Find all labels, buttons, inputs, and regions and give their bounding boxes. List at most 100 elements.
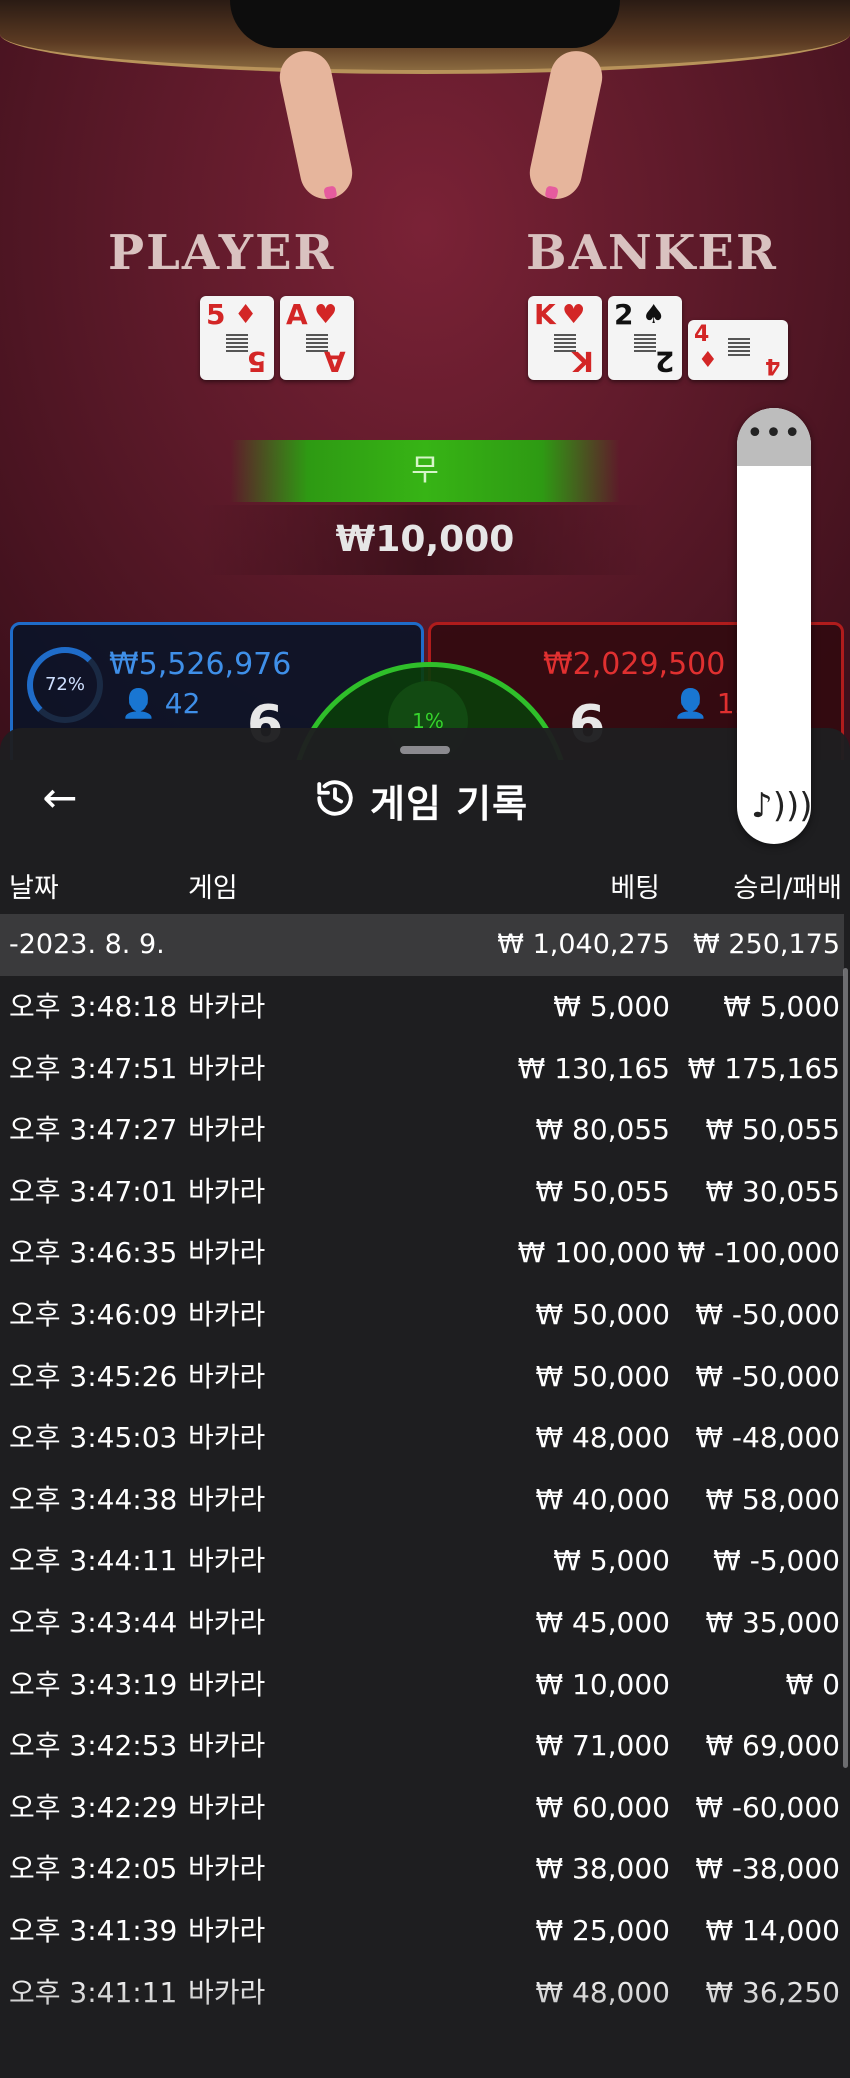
player-label: PLAYER bbox=[108, 225, 336, 281]
row-result: ₩ 50,055 bbox=[705, 1113, 840, 1147]
ellipsis-icon: ••• bbox=[745, 416, 803, 451]
row-result: ₩ 14,000 bbox=[705, 1914, 840, 1947]
player-card-2: A ♥ A bbox=[280, 296, 354, 380]
row-game: 바카라 bbox=[188, 1174, 266, 1208]
row-bet: ₩ 5,000 bbox=[553, 990, 670, 1023]
row-time: 오후 3:47:01 bbox=[9, 1174, 178, 1208]
row-time: 오후 3:46:09 bbox=[9, 1298, 178, 1331]
row-game: 바카라 bbox=[188, 1236, 266, 1270]
row-bet: ₩ 38,000 bbox=[535, 1852, 670, 1886]
row-time: 오후 3:45:03 bbox=[9, 1421, 178, 1455]
row-bet: ₩ 130,165 bbox=[517, 1051, 670, 1085]
volume-slider[interactable]: ••• ♪))) bbox=[737, 408, 811, 844]
history-row[interactable]: 오후 3:44:11 바카라 ₩ 5,000 ₩ -5,000 bbox=[0, 1530, 844, 1592]
row-bet: ₩ 5,000 bbox=[553, 1544, 670, 1578]
date-group-row[interactable]: -2023. 8. 9. ₩ 1,040,275 ₩ 250,175 bbox=[0, 914, 844, 976]
sheet-header: 게임 기록 bbox=[314, 772, 528, 828]
history-row[interactable]: 오후 3:42:29 바카라 ₩ 60,000 ₩ -60,000 bbox=[0, 1777, 844, 1839]
row-game: 바카라 bbox=[188, 1606, 266, 1639]
game-scene: PLAYER BANKER 5 ♦ 5 A ♥ A K ♥ K 2 ♠ 2 4 … bbox=[0, 0, 850, 760]
row-bet: ₩ 48,000 bbox=[535, 1975, 670, 2009]
volume-menu-button[interactable]: ••• bbox=[737, 408, 811, 466]
row-time: 오후 3:48:18 bbox=[9, 990, 178, 1023]
row-game: 바카라 bbox=[188, 1667, 266, 1701]
history-row[interactable]: 오후 3:44:38 바카라 ₩ 40,000 ₩ 58,000 bbox=[0, 1469, 844, 1531]
row-time: 오후 3:41:11 bbox=[9, 1975, 178, 2009]
row-game: 바카라 bbox=[188, 1051, 266, 1085]
player-total-bet: ₩5,526,976 bbox=[109, 647, 292, 682]
row-time: 오후 3:44:38 bbox=[9, 1482, 178, 1516]
player-card-1: 5 ♦ 5 bbox=[200, 296, 274, 380]
row-result: ₩ 35,000 bbox=[705, 1606, 840, 1639]
row-time: 오후 3:47:27 bbox=[9, 1113, 178, 1147]
column-date: 날짜 bbox=[9, 873, 59, 904]
history-row[interactable]: 오후 3:43:44 바카라 ₩ 45,000 ₩ 35,000 bbox=[0, 1592, 844, 1654]
row-time: 오후 3:43:19 bbox=[9, 1667, 178, 1701]
arrow-left-icon: ← bbox=[42, 773, 78, 822]
row-game: 바카라 bbox=[188, 1914, 266, 1947]
history-icon bbox=[314, 777, 356, 823]
history-row[interactable]: 오후 3:41:39 바카라 ₩ 25,000 ₩ 14,000 bbox=[0, 1900, 844, 1962]
row-time: 오후 3:42:29 bbox=[9, 1790, 178, 1824]
banker-card-3: 4 ♦ 4 bbox=[688, 320, 788, 380]
row-time: 오후 3:43:44 bbox=[9, 1606, 178, 1639]
history-row[interactable]: 오후 3:46:35 바카라 ₩ 100,000 ₩ -100,000 bbox=[0, 1222, 844, 1284]
history-row[interactable]: 오후 3:46:09 바카라 ₩ 50,000 ₩ -50,000 bbox=[0, 1284, 844, 1346]
sheet-grabber[interactable] bbox=[400, 746, 450, 754]
row-game: 바카라 bbox=[188, 1975, 266, 2009]
page-title: 게임 기록 bbox=[370, 781, 529, 826]
scrollbar[interactable] bbox=[843, 968, 848, 1768]
row-result: ₩ 69,000 bbox=[705, 1729, 840, 1763]
player-percent-ring: 72% bbox=[27, 647, 103, 723]
row-result: ₩ 30,055 bbox=[705, 1174, 840, 1208]
history-row[interactable]: 오후 3:45:26 바카라 ₩ 50,000 ₩ -50,000 bbox=[0, 1346, 844, 1408]
result-banner: 무 bbox=[230, 440, 620, 502]
row-result: ₩ 175,165 bbox=[687, 1051, 840, 1085]
row-game: 바카라 bbox=[188, 1113, 266, 1147]
history-row[interactable]: 오후 3:42:05 바카라 ₩ 38,000 ₩ -38,000 bbox=[0, 1838, 844, 1900]
row-bet: ₩ 71,000 bbox=[535, 1729, 670, 1763]
row-bet: ₩ 48,000 bbox=[535, 1421, 670, 1455]
history-row[interactable]: 오후 3:42:53 바카라 ₩ 71,000 ₩ 69,000 bbox=[0, 1715, 844, 1777]
player-count: 👤 42 bbox=[121, 687, 201, 720]
person-icon: 👤 bbox=[121, 687, 156, 720]
row-game: 바카라 bbox=[188, 1482, 266, 1516]
group-date: -2023. 8. 9. bbox=[9, 929, 165, 960]
history-row[interactable]: 오후 3:41:11 바카라 ₩ 48,000 ₩ 36,250 bbox=[0, 1962, 844, 2024]
row-time: 오후 3:42:05 bbox=[9, 1852, 178, 1886]
result-amount: ₩10,000 bbox=[200, 505, 650, 575]
history-row[interactable]: 오후 3:47:01 바카라 ₩ 50,055 ₩ 30,055 bbox=[0, 1161, 844, 1223]
row-bet: ₩ 100,000 bbox=[517, 1236, 670, 1270]
row-bet: ₩ 60,000 bbox=[535, 1790, 670, 1824]
banker-cards: K ♥ K 2 ♠ 2 4 ♦ 4 bbox=[528, 296, 788, 380]
game-history-sheet: ← 게임 기록 날짜 게임 베팅 승리/패배 -2023. 8. 9. ₩ 1,… bbox=[0, 728, 850, 2078]
row-time: 오후 3:45:26 bbox=[9, 1359, 178, 1393]
back-button[interactable]: ← bbox=[30, 768, 90, 828]
row-bet: ₩ 50,000 bbox=[535, 1298, 670, 1331]
history-row[interactable]: 오후 3:47:27 바카라 ₩ 80,055 ₩ 50,055 bbox=[0, 1099, 844, 1161]
banker-card-2: 2 ♠ 2 bbox=[608, 296, 682, 380]
banker-label: BANKER bbox=[526, 225, 778, 281]
row-game: 바카라 bbox=[188, 1729, 266, 1763]
row-time: 오후 3:46:35 bbox=[9, 1236, 178, 1270]
history-row[interactable]: 오후 3:43:19 바카라 ₩ 10,000 ₩ 0 bbox=[0, 1654, 844, 1716]
row-game: 바카라 bbox=[188, 1544, 266, 1578]
row-result: ₩ -50,000 bbox=[695, 1359, 840, 1393]
column-result: 승리/패배 bbox=[733, 873, 842, 904]
row-bet: ₩ 50,000 bbox=[535, 1359, 670, 1393]
history-row[interactable]: 오후 3:48:18 바카라 ₩ 5,000 ₩ 5,000 bbox=[0, 976, 844, 1038]
banker-total-bet: ₩2,029,500 bbox=[543, 647, 726, 682]
row-result: ₩ -48,000 bbox=[695, 1421, 840, 1455]
row-result: ₩ -5,000 bbox=[713, 1544, 840, 1578]
row-result: ₩ -38,000 bbox=[695, 1852, 840, 1886]
row-time: 오후 3:44:11 bbox=[9, 1544, 178, 1578]
row-time: 오후 3:42:53 bbox=[9, 1729, 178, 1763]
history-row[interactable]: 오후 3:45:03 바카라 ₩ 48,000 ₩ -48,000 bbox=[0, 1407, 844, 1469]
row-game: 바카라 bbox=[188, 1359, 266, 1393]
row-bet: ₩ 25,000 bbox=[535, 1914, 670, 1947]
row-game: 바카라 bbox=[188, 1421, 266, 1455]
row-game: 바카라 bbox=[188, 1852, 266, 1886]
history-row[interactable]: 오후 3:47:51 바카라 ₩ 130,165 ₩ 175,165 bbox=[0, 1038, 844, 1100]
row-result: ₩ 0 bbox=[785, 1667, 840, 1701]
row-result: ₩ 58,000 bbox=[705, 1482, 840, 1516]
